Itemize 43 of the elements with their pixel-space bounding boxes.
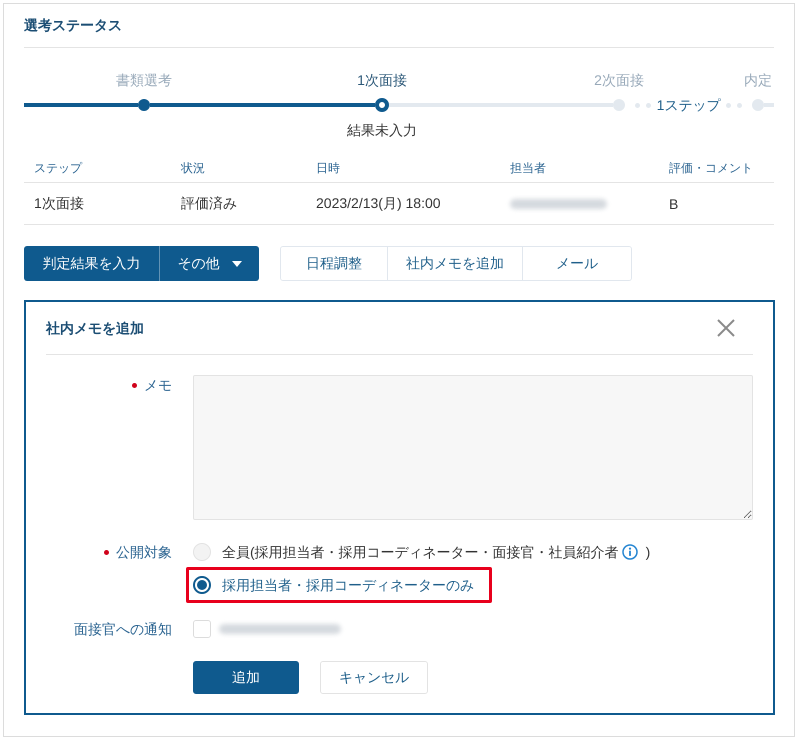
step-dot-icon [375,98,389,112]
radio-label[interactable]: 採用担当者・採用コーディネーターのみ [222,575,474,595]
gap-dot-icon [737,102,742,108]
gap-dot-icon [634,102,640,108]
gap-dot-icon [646,102,651,108]
step-label: 1次面接 [357,71,407,90]
column-header: ステップ [34,160,84,177]
table-cell-text: 評価済み [181,194,238,212]
action-button[interactable]: 社内メモを追加 [388,246,523,281]
step-label: 2次面接 [594,71,644,90]
column-header: 評価・コメント [669,160,754,177]
step-dot-icon [613,99,625,111]
field-label: 公開対象 [116,543,172,562]
label-suffix: ) [646,543,650,562]
step-dot-icon [752,99,764,111]
section-title: 選考ステータス [24,16,123,35]
dropdown-button[interactable]: その他 [159,246,259,281]
step-label: 書類選考 [116,71,172,90]
action-button[interactable]: メール [523,246,632,281]
checkbox[interactable] [193,620,211,638]
column-header: 日時 [316,160,341,177]
close-button[interactable] [717,319,735,337]
panel-title: 社内メモを追加 [46,319,144,338]
step-note: 結果未入力 [347,121,417,140]
column-header: 状況 [181,160,206,177]
info-icon[interactable] [622,544,638,560]
table-cell-text: 1次面接 [34,194,85,212]
close-icon [717,319,735,337]
step-dot-icon [138,99,150,111]
action-button[interactable]: 判定結果を入力 [24,246,159,281]
radio-button[interactable] [193,576,211,594]
table-cell-text: 2023/2/13(月) 18:00 [316,194,442,212]
radio-label[interactable]: 全員(採用担当者・採用コーディネーター・面接官・社員紹介者 [222,542,619,562]
field-label: 面接官への通知 [74,620,172,639]
step-label: 内定 [744,71,772,90]
cancel-button[interactable]: キャンセル [320,661,428,694]
action-button[interactable]: 日程調整 [280,246,388,281]
gap-dot-icon [726,102,732,108]
column-header: 担当者 [510,160,547,177]
table-cell-text: B [669,196,680,212]
submit-button[interactable]: 追加 [193,661,299,694]
skipped-steps-label: 1ステップ [656,98,720,112]
field-label: メモ [144,376,172,395]
